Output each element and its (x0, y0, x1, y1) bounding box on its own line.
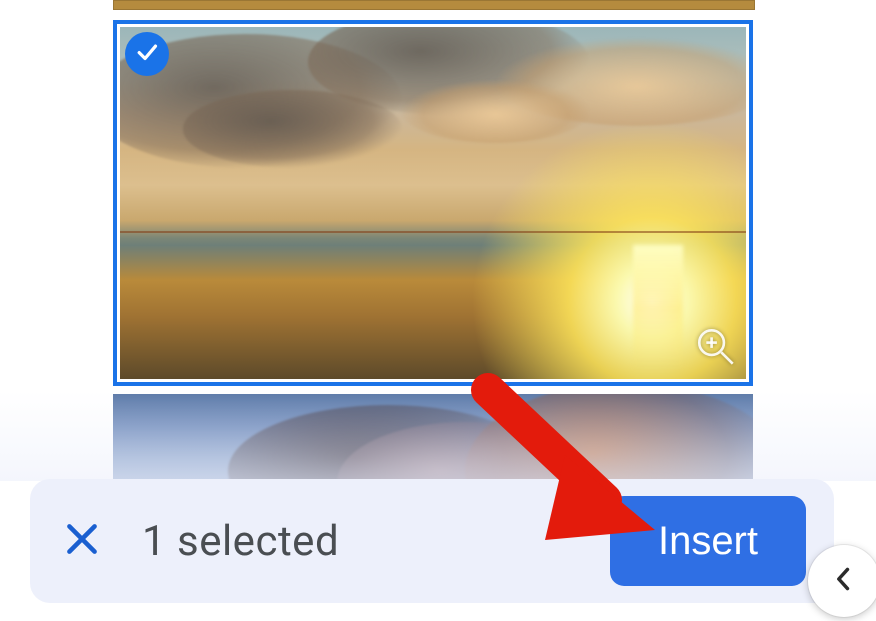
insert-button-label: Insert (658, 519, 758, 564)
chevron-left-icon (831, 566, 857, 596)
nav-prev-button[interactable] (808, 545, 876, 617)
selection-action-bar: 1 selected Insert (30, 479, 834, 603)
insert-button[interactable]: Insert (610, 496, 806, 586)
zoom-in-icon (694, 325, 738, 373)
selected-check-badge (125, 32, 169, 76)
zoom-button[interactable] (693, 326, 739, 372)
thumbnail-item-selected[interactable] (113, 20, 753, 386)
image-grid (58, 0, 838, 504)
thumbnail-partial-above[interactable] (113, 0, 755, 10)
clear-selection-button[interactable] (58, 517, 106, 565)
selection-count-label: 1 selected (142, 517, 610, 566)
image-picker-screen: 1 selected Insert (0, 0, 876, 621)
check-icon (134, 39, 160, 69)
thumbnail-image (120, 27, 746, 379)
close-icon (64, 521, 100, 561)
